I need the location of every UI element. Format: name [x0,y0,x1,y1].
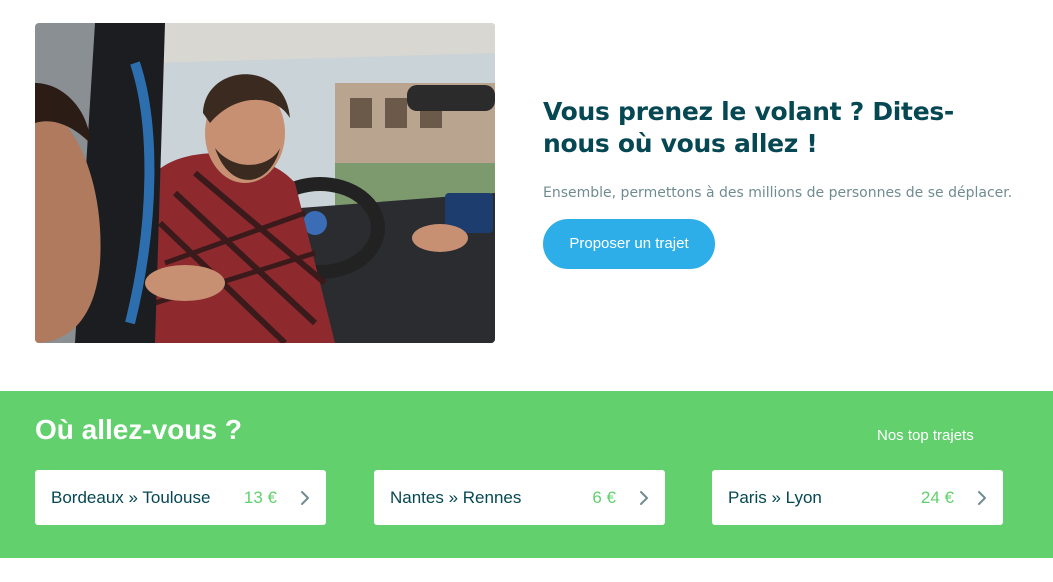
trip-price: 24 € [920,488,954,507]
chevron-right-icon [978,491,986,505]
hero-photo [35,23,495,343]
trip-route: Bordeaux » Toulouse [51,488,211,507]
trip-route: Nantes » Rennes [390,488,522,507]
destinations-title: Où allez-vous ? [35,414,242,445]
top-trips-link[interactable]: Nos top trajets [877,427,974,444]
chevron-right-icon [301,491,309,505]
carpool-photo-illustration [35,23,495,343]
trip-card-paris-lyon[interactable]: Paris » Lyon 24 € [712,470,1003,525]
page: Vous prenez le volant ? Dites-nous où vo… [0,0,1053,582]
trip-price: 6 € [592,488,616,507]
chevron-right-icon [640,491,648,505]
destinations-band: Où allez-vous ? Nos top trajets Bordeaux… [0,391,1053,558]
trip-price: 13 € [243,488,277,507]
trip-card-nantes-rennes[interactable]: Nantes » Rennes 6 € [374,470,665,525]
trip-card-bordeaux-toulouse[interactable]: Bordeaux » Toulouse 13 € [35,470,326,525]
hero-title: Vous prenez le volant ? Dites-nous où vo… [543,97,955,158]
offer-ride-button[interactable]: Proposer un trajet [543,219,715,269]
trip-route: Paris » Lyon [728,488,822,507]
hero-subtitle: Ensemble, permettons à des millions de p… [543,185,1013,201]
